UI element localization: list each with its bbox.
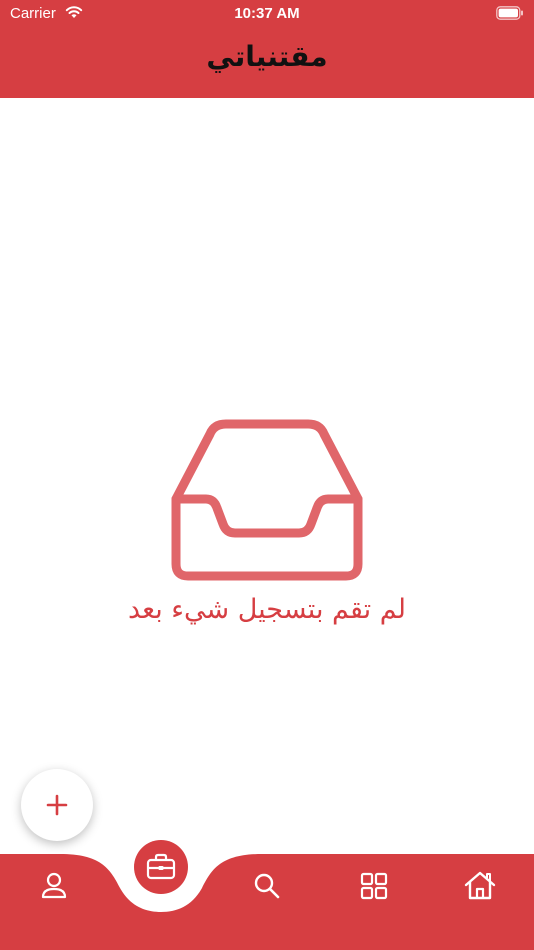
app-screen: Carrier 10:37 AM مقتنياتي لم تقم بتسجيل … — [0, 0, 534, 950]
search-icon — [254, 873, 280, 899]
briefcase-icon — [146, 853, 176, 880]
nav-item-search[interactable] — [249, 868, 285, 904]
nav-item-categories[interactable] — [356, 868, 392, 904]
person-icon — [41, 872, 67, 899]
bottom-nav — [0, 840, 534, 950]
empty-state-message: لم تقم بتسجيل شيء بعد — [128, 594, 406, 625]
status-time: 10:37 AM — [234, 5, 300, 22]
plus-icon — [46, 794, 68, 816]
home-icon — [464, 871, 496, 900]
battery-icon — [496, 6, 523, 20]
nav-item-home[interactable] — [462, 868, 498, 904]
nav-item-profile[interactable] — [36, 868, 72, 904]
add-item-button[interactable] — [21, 769, 93, 841]
inbox-tray-icon — [171, 419, 363, 581]
app-header: Carrier 10:37 AM مقتنياتي — [0, 0, 534, 98]
nav-item-collections[interactable] — [134, 840, 188, 894]
grid-icon — [360, 872, 388, 900]
status-bar: Carrier 10:37 AM — [0, 0, 534, 28]
page-title: مقتنياتي — [206, 40, 328, 73]
